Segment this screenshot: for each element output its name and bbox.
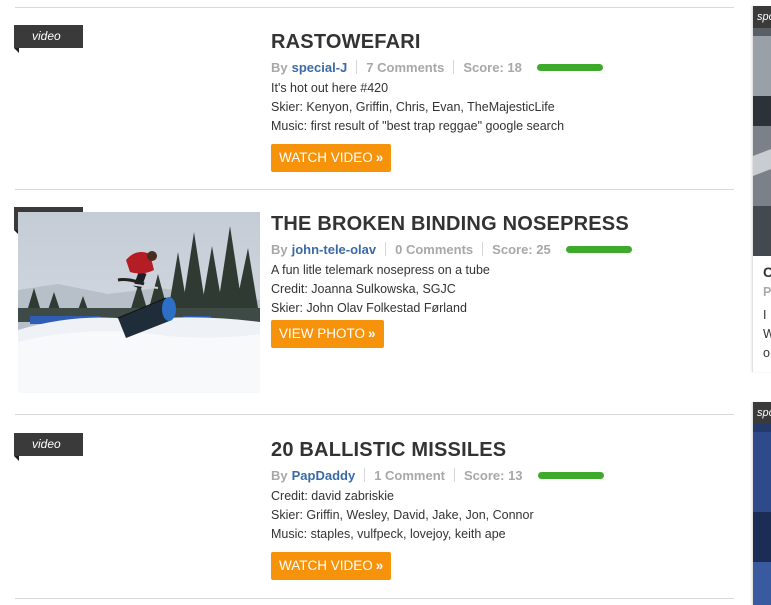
sidebar-card-text-fragment: I: [763, 308, 767, 322]
item-description: A fun litle telemark nosepress on a tube…: [271, 261, 731, 318]
meta-separator: [356, 60, 358, 74]
snow-park-photo: [18, 212, 260, 393]
description-line: Credit: david zabriskie: [271, 489, 394, 503]
meta-separator: [454, 468, 455, 482]
meta-separator: [482, 242, 484, 256]
sidebar: spo C P I W o spo: [740, 0, 771, 605]
description-line: A fun litle telemark nosepress on a tube: [271, 263, 490, 277]
content-feed: video RASTOWEFARI By special-J 7 Comment…: [0, 0, 740, 605]
description-line: Skier: Griffin, Wesley, David, Jake, Jon…: [271, 508, 534, 522]
item-meta: By PapDaddy 1 Comment Score: 13: [271, 467, 731, 483]
score-label: Score: 25: [492, 241, 551, 257]
comments-link[interactable]: 1 Comment: [374, 468, 445, 483]
button-label: WATCH VIDEO: [279, 558, 373, 573]
description-line: Skier: John Olav Folkestad Førland: [271, 301, 467, 315]
by-label: By: [271, 241, 288, 257]
author-link[interactable]: PapDaddy: [292, 468, 356, 483]
item-content: RASTOWEFARI By special-J 7 Comments Scor…: [271, 30, 731, 172]
divider: [15, 189, 734, 190]
sidebar-card-image: [753, 6, 771, 256]
double-chevron-right-icon: »: [375, 150, 384, 165]
score-bar: [536, 63, 603, 71]
by-label: By: [271, 59, 288, 75]
score-bar: [565, 245, 632, 253]
sidebar-card-tag: spo: [753, 6, 771, 28]
meta-separator: [453, 60, 455, 74]
item-title[interactable]: THE BROKEN BINDING NOSEPRESS: [271, 212, 731, 236]
view-photo-button[interactable]: VIEW PHOTO»: [271, 320, 384, 348]
type-tag: video: [14, 25, 83, 53]
button-label: WATCH VIDEO: [279, 150, 373, 165]
score-label: Score: 13: [464, 467, 523, 483]
double-chevron-right-icon: »: [368, 326, 376, 341]
item-description: It's hot out here #420 Skier: Kenyon, Gr…: [271, 79, 731, 136]
divider: [15, 414, 734, 415]
comments-link[interactable]: 7 Comments: [366, 60, 444, 75]
item-content: THE BROKEN BINDING NOSEPRESS By john-tel…: [271, 212, 731, 348]
watch-video-button[interactable]: WATCH VIDEO»: [271, 552, 392, 580]
type-tag: video: [14, 433, 83, 461]
by-label: By: [271, 467, 288, 483]
item-title[interactable]: RASTOWEFARI: [271, 30, 731, 54]
item-content: 20 BALLISTIC MISSILES By PapDaddy 1 Comm…: [271, 438, 731, 580]
score-label: Score: 18: [463, 59, 522, 75]
author-link[interactable]: john-tele-olav: [292, 242, 377, 257]
item-meta: By john-tele-olav 0 Comments Score: 25: [271, 241, 731, 257]
sidebar-card-text-fragment: o: [763, 346, 770, 360]
divider: [15, 7, 734, 8]
description-line: Skier: Kenyon, Griffin, Chris, Evan, The…: [271, 100, 555, 114]
description-line: It's hot out here #420: [271, 81, 389, 95]
description-line: Music: staples, vulfpeck, lovejoy, keith…: [271, 527, 506, 541]
description-line: Credit: Joanna Sulkowska, SGJC: [271, 282, 456, 296]
sidebar-card[interactable]: spo: [752, 402, 771, 605]
item-meta: By special-J 7 Comments Score: 18: [271, 59, 731, 75]
sidebar-card-text-fragment: W: [763, 327, 771, 341]
watch-video-button[interactable]: WATCH VIDEO»: [271, 144, 392, 172]
sidebar-card-title-fragment: C: [763, 264, 771, 280]
photo-thumbnail[interactable]: [18, 212, 260, 393]
divider: [15, 598, 734, 599]
meta-separator: [364, 468, 366, 482]
item-title[interactable]: 20 BALLISTIC MISSILES: [271, 438, 731, 462]
description-line: Music: first result of "best trap reggae…: [271, 119, 565, 133]
sidebar-card[interactable]: spo C P I W o: [752, 6, 771, 372]
meta-separator: [385, 242, 387, 256]
score-bar: [537, 471, 604, 479]
item-description: Credit: david zabriskie Skier: Griffin, …: [271, 487, 731, 544]
sidebar-card-tag: spo: [753, 402, 771, 424]
sidebar-card-meta-fragment: P: [763, 285, 771, 299]
author-link[interactable]: special-J: [292, 60, 348, 75]
sidebar-card-image: [753, 402, 771, 605]
double-chevron-right-icon: »: [375, 558, 384, 573]
comments-link[interactable]: 0 Comments: [395, 242, 473, 257]
button-label: VIEW PHOTO: [279, 326, 366, 341]
